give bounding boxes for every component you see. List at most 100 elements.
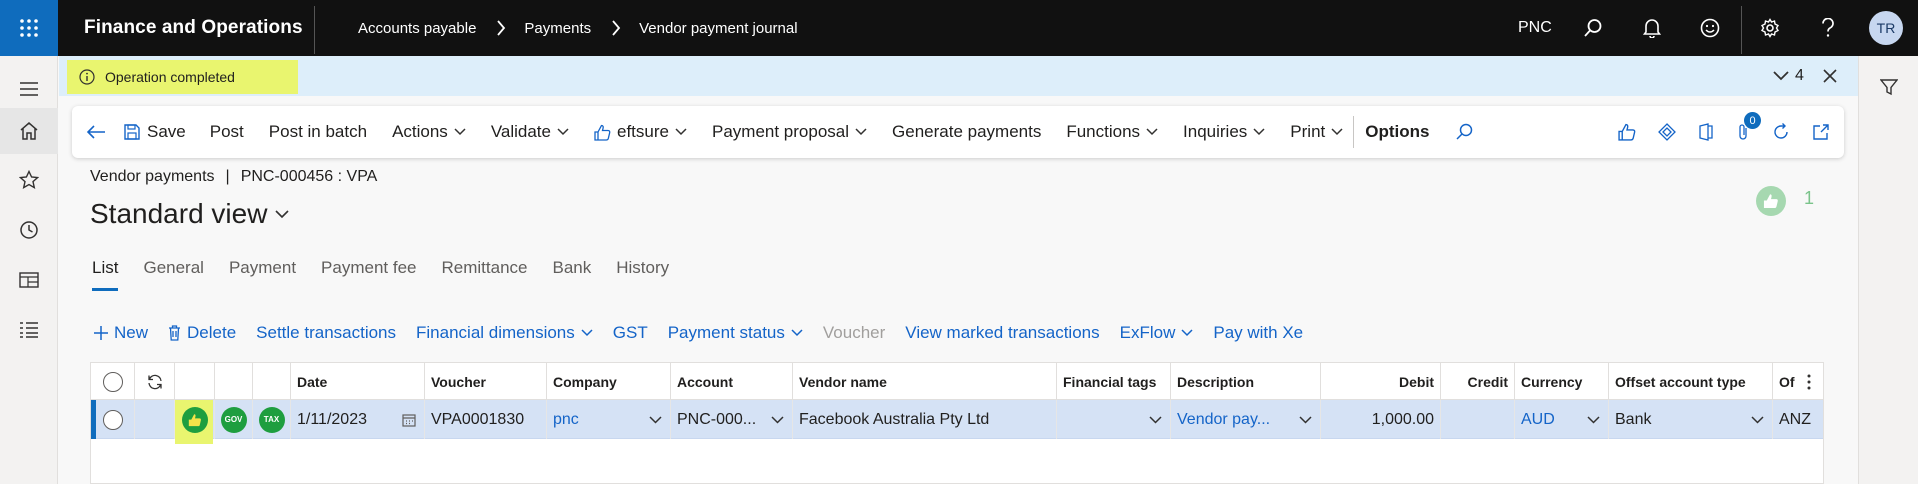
thumbs-up-icon[interactable] bbox=[181, 406, 208, 433]
action-search-icon[interactable] bbox=[1455, 106, 1473, 158]
view-marked-transactions-button[interactable]: View marked transactions bbox=[905, 323, 1099, 343]
offset-account-cell[interactable]: ANZ bbox=[1773, 400, 1823, 439]
hamburger-menu-icon[interactable] bbox=[0, 66, 58, 112]
top-navigation-bar: Finance and Operations Accounts payable … bbox=[0, 0, 1918, 56]
select-all-radio[interactable] bbox=[91, 363, 135, 400]
workspaces-icon[interactable] bbox=[0, 257, 58, 303]
company-picker[interactable]: PNC bbox=[1518, 0, 1552, 56]
debit-cell[interactable]: 1,000.00 bbox=[1321, 400, 1441, 439]
gst-button[interactable]: GST bbox=[613, 323, 648, 343]
header-financial-tags[interactable]: Financial tags bbox=[1057, 363, 1171, 400]
breadcrumb-item-accounts-payable[interactable]: Accounts payable bbox=[358, 20, 476, 37]
functions-menu[interactable]: Functions bbox=[1066, 106, 1158, 158]
options-tab[interactable]: Options bbox=[1365, 106, 1429, 158]
smiley-feedback-icon[interactable] bbox=[1690, 0, 1730, 56]
breadcrumb-item-vendor-payment-journal[interactable]: Vendor payment journal bbox=[639, 20, 797, 37]
tab-general[interactable]: General bbox=[143, 258, 203, 292]
pay-with-xe-button[interactable]: Pay with Xe bbox=[1213, 323, 1303, 343]
gov-badge[interactable]: GOV bbox=[220, 406, 247, 433]
offset-account-type-cell[interactable]: Bank bbox=[1609, 400, 1773, 439]
header-voucher[interactable]: Voucher bbox=[425, 363, 547, 400]
chevron-down-icon[interactable] bbox=[771, 400, 784, 439]
account-cell[interactable]: PNC-000... bbox=[671, 400, 793, 439]
chevron-down-icon bbox=[557, 128, 569, 136]
settle-transactions-button[interactable]: Settle transactions bbox=[256, 323, 396, 343]
payment-proposal-menu[interactable]: Payment proposal bbox=[712, 106, 867, 158]
open-in-new-window-icon[interactable] bbox=[1812, 106, 1830, 158]
payment-status-menu[interactable]: Payment status bbox=[668, 323, 803, 343]
tax-badge[interactable]: TAX bbox=[258, 406, 285, 433]
header-debit[interactable]: Debit bbox=[1321, 363, 1441, 400]
save-button[interactable]: Save bbox=[124, 106, 186, 158]
header-offset-account-type[interactable]: Offset account type bbox=[1609, 363, 1773, 400]
tab-payment[interactable]: Payment bbox=[229, 258, 296, 292]
generate-payments-button[interactable]: Generate payments bbox=[892, 106, 1041, 158]
thumbs-up-icon[interactable] bbox=[1618, 106, 1636, 158]
financial-tags-cell[interactable] bbox=[1057, 400, 1171, 439]
diamond-icon[interactable] bbox=[1658, 106, 1676, 158]
bell-icon[interactable] bbox=[1632, 0, 1672, 56]
currency-cell[interactable]: AUD bbox=[1515, 400, 1609, 439]
description-cell[interactable]: Vendor pay... bbox=[1171, 400, 1321, 439]
post-in-batch-button[interactable]: Post in batch bbox=[269, 106, 367, 158]
post-button[interactable]: Post bbox=[210, 106, 244, 158]
table-row[interactable]: GOV TAX 1/11/2023 VPA0001830 pnc PNC-000… bbox=[91, 400, 1823, 439]
row-select-radio[interactable] bbox=[91, 400, 135, 439]
tab-list[interactable]: List bbox=[92, 258, 119, 292]
exflow-menu[interactable]: ExFlow bbox=[1120, 323, 1194, 343]
eftsure-menu[interactable]: eftsure bbox=[594, 106, 687, 158]
financial-dimensions-menu[interactable]: Financial dimensions bbox=[416, 323, 593, 343]
calendar-icon[interactable] bbox=[402, 400, 416, 439]
star-favorites-icon[interactable] bbox=[0, 157, 58, 203]
actions-menu[interactable]: Actions bbox=[392, 106, 466, 158]
close-icon[interactable] bbox=[1823, 56, 1837, 96]
clock-recent-icon[interactable] bbox=[0, 207, 58, 253]
chevron-down-icon[interactable] bbox=[1587, 400, 1600, 439]
thumbs-up-icon[interactable] bbox=[1756, 186, 1786, 216]
vendor-name-cell[interactable]: Facebook Australia Pty Ltd bbox=[793, 400, 1057, 439]
message-expand[interactable]: 4 bbox=[1773, 56, 1804, 96]
header-currency[interactable]: Currency bbox=[1515, 363, 1609, 400]
chevron-down-icon[interactable] bbox=[1299, 400, 1312, 439]
tab-remittance[interactable]: Remittance bbox=[442, 258, 528, 292]
tab-bank[interactable]: Bank bbox=[552, 258, 591, 292]
back-arrow-icon[interactable] bbox=[86, 106, 106, 158]
gear-icon[interactable] bbox=[1750, 0, 1790, 56]
view-selector[interactable]: Standard view bbox=[90, 198, 290, 230]
breadcrumb-item-payments[interactable]: Payments bbox=[524, 20, 591, 37]
new-button[interactable]: New bbox=[94, 323, 148, 343]
office-icon[interactable] bbox=[1698, 106, 1714, 158]
header-company[interactable]: Company bbox=[547, 363, 671, 400]
help-icon[interactable] bbox=[1808, 0, 1848, 56]
modules-list-icon[interactable] bbox=[0, 307, 58, 353]
chevron-down-icon[interactable] bbox=[649, 400, 662, 439]
header-credit[interactable]: Credit bbox=[1441, 363, 1515, 400]
print-menu[interactable]: Print bbox=[1290, 106, 1343, 158]
tab-payment-fee[interactable]: Payment fee bbox=[321, 258, 416, 292]
refresh-icon[interactable] bbox=[1772, 106, 1790, 158]
filter-icon[interactable] bbox=[1859, 64, 1918, 110]
validate-menu[interactable]: Validate bbox=[491, 106, 569, 158]
delete-button[interactable]: Delete bbox=[168, 323, 236, 343]
header-vendor-name[interactable]: Vendor name bbox=[793, 363, 1057, 400]
inquiries-menu[interactable]: Inquiries bbox=[1183, 106, 1265, 158]
header-date[interactable]: Date bbox=[291, 363, 425, 400]
attachments-icon[interactable]: 0 bbox=[1736, 106, 1761, 158]
more-options-icon[interactable] bbox=[1805, 363, 1823, 400]
home-icon[interactable] bbox=[0, 108, 58, 154]
app-launcher-icon[interactable] bbox=[0, 0, 58, 56]
company-cell[interactable]: pnc bbox=[547, 400, 671, 439]
header-description[interactable]: Description bbox=[1171, 363, 1321, 400]
header-account[interactable]: Account bbox=[671, 363, 793, 400]
app-title[interactable]: Finance and Operations bbox=[84, 0, 303, 56]
tab-history[interactable]: History bbox=[616, 258, 669, 292]
credit-cell[interactable] bbox=[1441, 400, 1515, 439]
voucher-cell[interactable]: VPA0001830 bbox=[425, 400, 547, 439]
voucher-button[interactable]: Voucher bbox=[823, 323, 885, 343]
avatar[interactable]: TR bbox=[1869, 11, 1903, 45]
chevron-down-icon[interactable] bbox=[1149, 400, 1162, 439]
date-cell[interactable]: 1/11/2023 bbox=[291, 400, 425, 439]
refresh-icon[interactable] bbox=[135, 363, 175, 400]
chevron-down-icon[interactable] bbox=[1751, 400, 1764, 439]
search-icon[interactable] bbox=[1573, 0, 1613, 56]
